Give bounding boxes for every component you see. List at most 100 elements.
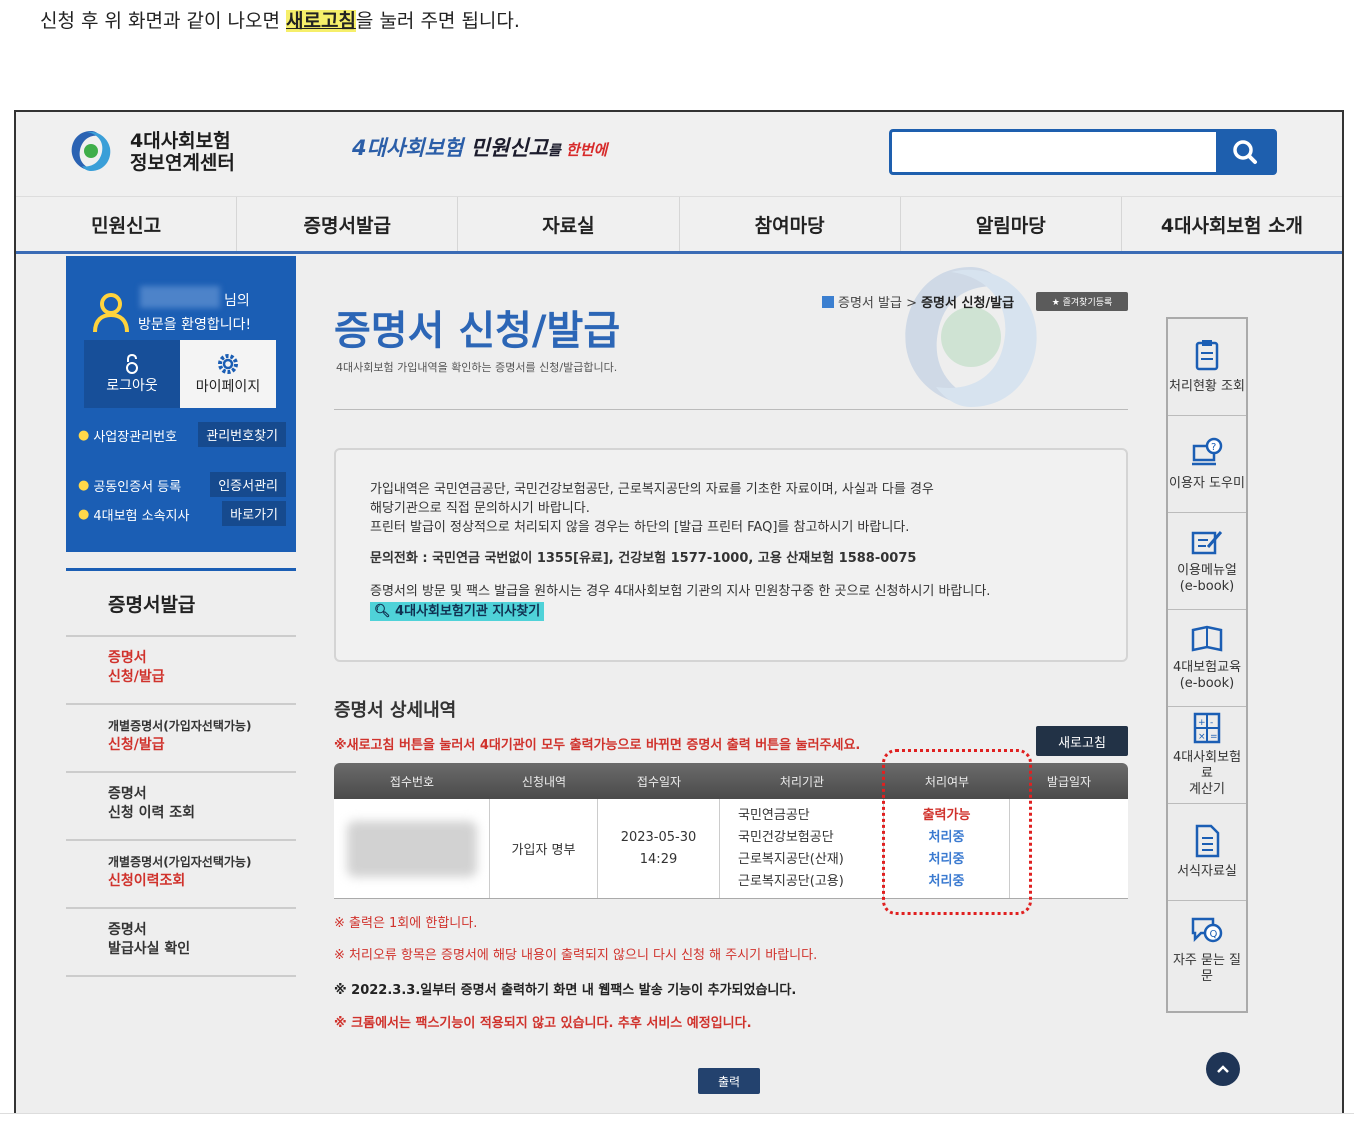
quick-item-status[interactable]: 처리현황 조회 — [1168, 319, 1246, 416]
nav-item-civil[interactable]: 민원신고 — [16, 197, 238, 251]
clipboard-icon — [1195, 340, 1219, 371]
contact-phone: 문의전화 : 국민연금 국번없이 1355[유료], 건강보험 1577-100… — [370, 551, 917, 566]
quick-item-forms[interactable]: 서식자료실 — [1168, 804, 1246, 901]
crumb-current: 증명서 신청/발급 — [921, 296, 1015, 311]
breadcrumb: 증명서 발급 > 증명서 신청/발급 — [822, 292, 1014, 311]
menu-line2: 신청/발급 — [108, 737, 165, 753]
logo-line1: 4대사회보험 — [130, 130, 231, 152]
quick-item-helper[interactable]: ? 이용자 도우미 — [1168, 416, 1246, 513]
website-screenshot: 4대사회보험 정보연계센터 4대사회보험 민원신고를 한번에 민원신고 증명서발… — [14, 110, 1344, 1114]
menu-line2: 신청/발급 — [108, 669, 165, 685]
scroll-top-button[interactable] — [1206, 1052, 1240, 1086]
site-logo-text[interactable]: 4대사회보험 정보연계센터 — [130, 130, 235, 174]
find-branch-label: 4대사회보험기관 지사찾기 — [395, 604, 541, 619]
caption-before: 신청 후 위 화면과 같이 나오면 — [40, 10, 286, 32]
quick-label: 처리현황 조회 — [1169, 379, 1245, 394]
col-agency: 처리기관 — [779, 774, 825, 789]
add-favorite-button[interactable]: ★ 즐겨찾기등록 — [1036, 292, 1128, 311]
menu-line1: 증명서 — [108, 786, 147, 802]
find-branch-link[interactable]: 🔍︎ 4대사회보험기관 지사찾기 — [370, 602, 545, 621]
background-logo-watermark — [905, 267, 1037, 407]
search-input[interactable] — [892, 132, 1214, 172]
find-number-button[interactable]: 관리번호찾기 — [198, 422, 286, 447]
quick-item-manual[interactable]: 이용메뉴얼 (e-book) — [1168, 513, 1246, 610]
user-icon — [93, 293, 129, 333]
nav-item-participation[interactable]: 참여마당 — [680, 197, 901, 251]
menu-line1: 개별증명서(가입자선택가능) — [108, 855, 252, 869]
logo-line2: 정보연계센터 — [130, 152, 235, 174]
svg-text:Q: Q — [1210, 929, 1218, 940]
logout-label: 로그아웃 — [106, 378, 158, 394]
welcome-text: 방문을 환영합니다! — [138, 317, 252, 333]
quick-item-faq[interactable]: Q 자주 묻는 질문 — [1168, 901, 1246, 998]
mypage-button[interactable]: 마이페이지 — [180, 340, 276, 408]
page-subtitle: 4대사회보험 가입내역을 확인하는 증명서를 신청/발급합니다. — [336, 361, 618, 374]
caption-after: 을 눌러 주면 됩니다. — [355, 10, 520, 32]
help-monitor-icon: ? — [1192, 437, 1223, 466]
cert-manage-button[interactable]: 인증서관리 — [210, 472, 286, 497]
quick-item-education[interactable]: 4대보험교육 (e-book) — [1168, 610, 1246, 707]
col-date: 접수일자 — [636, 774, 682, 789]
agency-name: 국민연금공단 — [738, 807, 810, 823]
notice-line: 프린터 발급이 정상적으로 처리되지 않을 경우는 하단의 [발급 프린터 FA… — [370, 520, 910, 535]
nav-item-notice[interactable]: 알림마당 — [901, 197, 1122, 251]
slogan-small: 를 — [547, 143, 561, 159]
menu-line1: 개별증명서(가입자선택가능) — [108, 719, 252, 733]
quick-label: 이용자 도우미 — [1169, 476, 1245, 491]
slogan-red: 한번에 — [560, 141, 608, 159]
user-panel: 님의 방문을 환영합니다! 로그아웃 마이페이지 ● 사업장관리번호 관리번호찾기… — [66, 256, 296, 552]
nav-item-library[interactable]: 자료실 — [458, 197, 680, 251]
main-nav: 민원신고 증명서발급 자료실 참여마당 알림마당 4대사회보험 소개 — [16, 196, 1342, 254]
slogan-dark: 민원신고 — [463, 136, 548, 160]
site-header: 4대사회보험 정보연계센터 4대사회보험 민원신고를 한번에 — [16, 112, 1342, 196]
menu-line2: 신청 이력 조회 — [108, 805, 196, 821]
quick-label: 4대사회보험료 계산기 — [1172, 750, 1242, 797]
quick-item-calculator[interactable]: + - × = 4대사회보험료 계산기 — [1168, 707, 1246, 804]
menu-line2: 신청이력조회 — [108, 873, 186, 889]
notice-line: 해당기관으로 직접 문의하시기 바랍니다. — [370, 501, 590, 516]
svg-text:-: - — [1210, 718, 1213, 728]
left-menu-item-individual-history[interactable]: 개별증명서(가입자선택가능) 신청이력조회 — [66, 841, 296, 909]
left-menu-item-apply[interactable]: 증명서 신청/발급 — [66, 637, 296, 705]
mypage-label: 마이페이지 — [195, 379, 261, 395]
search-box — [889, 129, 1277, 175]
home-icon[interactable] — [822, 296, 834, 308]
gear-icon — [218, 354, 238, 374]
left-menu-title: 증명서발급 — [66, 571, 296, 637]
search-button[interactable] — [1216, 132, 1274, 172]
user-suffix: 님의 — [224, 293, 250, 309]
chat-icon: Q — [1191, 917, 1223, 942]
svg-text:+: + — [1198, 718, 1206, 728]
search-icon: 🔍︎ — [374, 604, 391, 619]
left-menu: 증명서발급 증명서 신청/발급 개별증명서(가입자선택가능) 신청/발급 증명서 신청… — [66, 568, 296, 977]
crumb-parent[interactable]: 증명서 발급 > — [838, 296, 921, 311]
time-value: 14:29 — [639, 851, 678, 867]
detail-title: 증명서 상세내역 — [334, 700, 457, 721]
print-button[interactable]: 출력 — [698, 1068, 760, 1094]
left-menu-item-individual-apply[interactable]: 개별증명서(가입자선택가능) 신청/발급 — [66, 705, 296, 773]
side-row-cert: ● 공동인증서 등록 — [78, 478, 182, 495]
svg-text:=: = — [1210, 732, 1218, 742]
refresh-button[interactable]: 새로고침 — [1036, 726, 1128, 756]
svg-text:×: × — [1198, 732, 1206, 742]
notice-box: 가입내역은 국민연금공단, 국민건강보험공단, 근로복지공단의 자료를 기초한 … — [334, 448, 1128, 662]
side-row-label: 사업장관리번호 — [93, 430, 178, 445]
date-value: 2023-05-30 — [620, 829, 697, 845]
status-highlight-annotation — [882, 749, 1032, 915]
chevron-up-icon — [1217, 1065, 1229, 1073]
nav-item-about[interactable]: 4대사회보험 소개 — [1122, 197, 1342, 251]
logout-button[interactable]: 로그아웃 — [84, 340, 180, 408]
page-title: 증명서 신청/발급 — [334, 308, 621, 354]
left-menu-item-verify[interactable]: 증명서발급사실 확인 — [66, 909, 296, 977]
go-branch-button[interactable]: 바로가기 — [222, 501, 286, 526]
caption-highlight: 새로고침 — [286, 10, 356, 32]
menu-line2: 발급사실 확인 — [108, 941, 191, 957]
logo-icon[interactable] — [68, 128, 114, 174]
pencil-icon — [1191, 531, 1223, 555]
menu-line1: 증명서 — [108, 922, 147, 938]
caption-text: 신청 후 위 화면과 같이 나오면 새로고침을 눌러 주면 됩니다. — [40, 6, 520, 33]
slogan-blue: 4대사회보험 — [352, 136, 464, 160]
left-menu-item-history[interactable]: 증명서신청 이력 조회 — [66, 773, 296, 841]
nav-item-certificate[interactable]: 증명서발급 — [237, 197, 459, 251]
cell-agency: 국민연금공단 국민건강보험공단 근로복지공단(산재) 근로복지공단(고용) — [720, 799, 884, 898]
